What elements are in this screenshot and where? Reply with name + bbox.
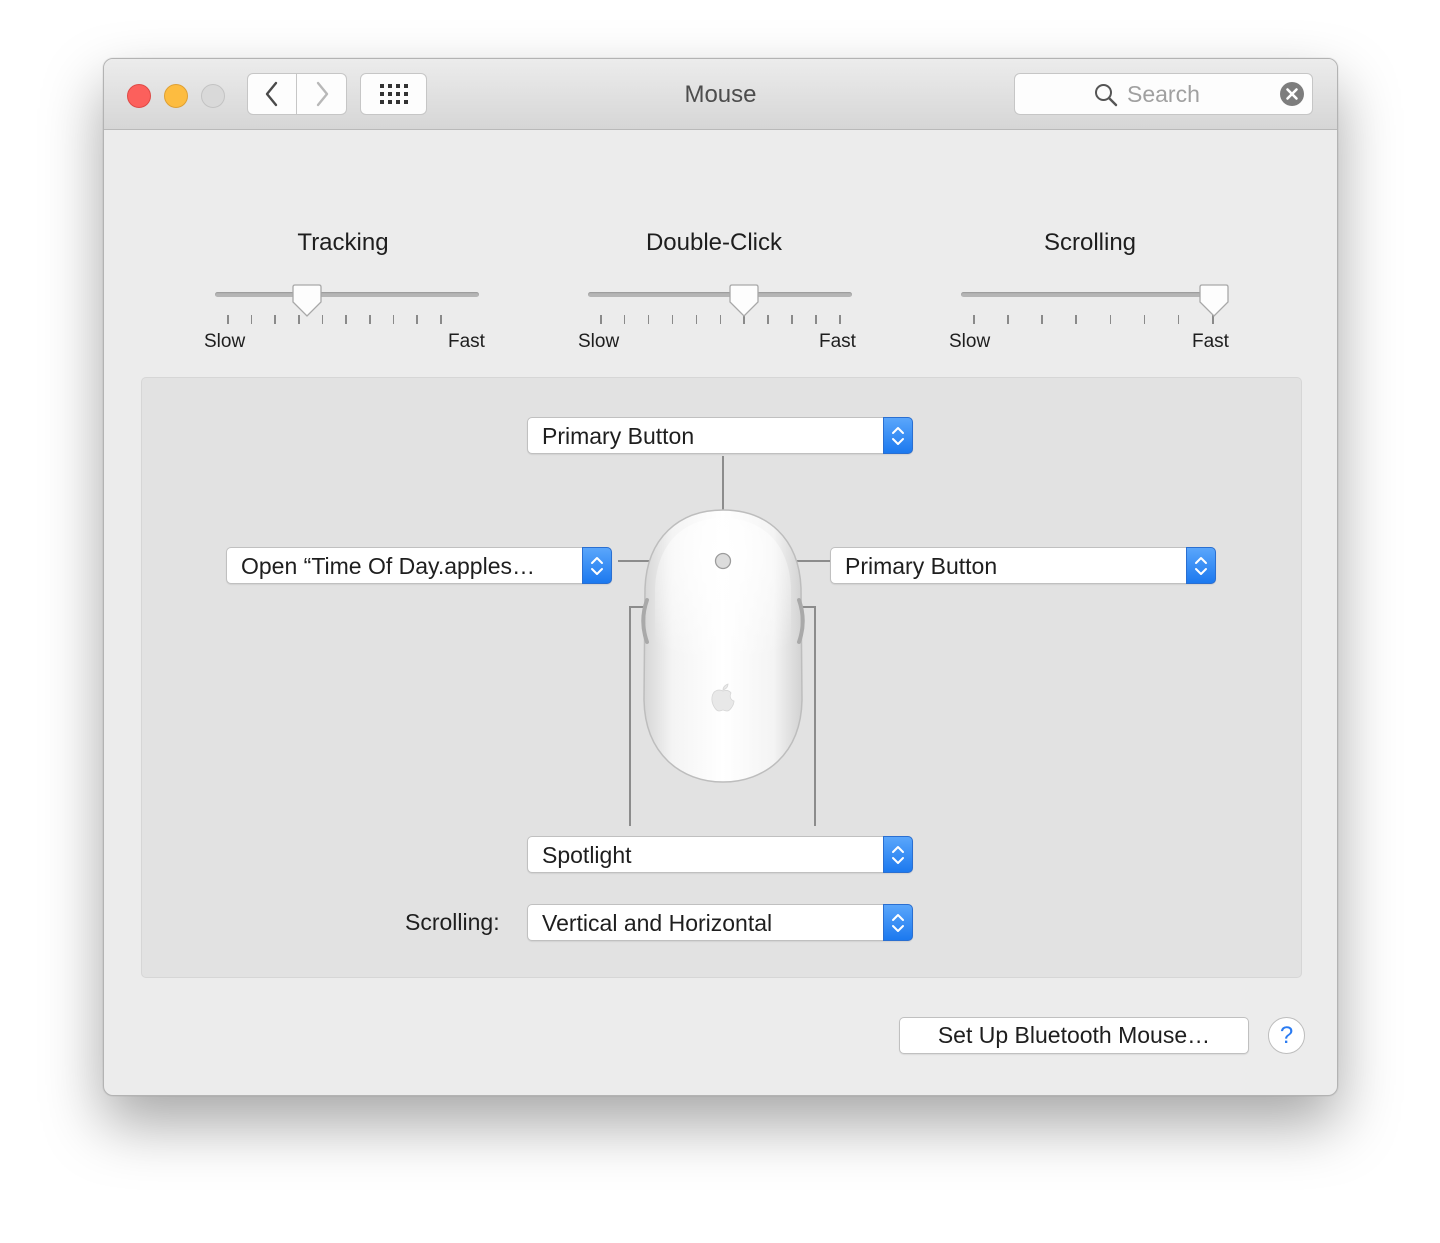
slider-tick — [274, 315, 276, 324]
search-icon — [1095, 84, 1118, 107]
slider-tick — [1007, 315, 1009, 324]
side-buttons-popup-value: Spotlight — [542, 842, 632, 868]
mouse-buttons-panel: Primary Button Open “Time Of Day.apples…… — [141, 377, 1302, 978]
right-button-popup[interactable]: Primary Button — [830, 547, 1216, 584]
slider-tick — [1143, 315, 1146, 324]
slider-tick — [671, 315, 674, 324]
slider-tick — [719, 315, 721, 324]
scrolling-slow-label: Slow — [949, 331, 991, 352]
help-button[interactable]: ? — [1268, 1017, 1305, 1054]
scrolling-mode-popup[interactable]: Vertical and Horizontal — [527, 904, 913, 941]
slider-tick — [392, 315, 395, 324]
slider-tick — [1109, 315, 1112, 324]
popup-arrows-icon — [582, 547, 612, 584]
slider-tick — [369, 315, 371, 324]
left-button-popup-value: Open “Time Of Day.apples… — [241, 553, 535, 579]
double-click-title: Double-Click — [645, 229, 783, 256]
double-click-track[interactable] — [588, 292, 852, 297]
slider-tick — [345, 315, 347, 324]
top-button-popup[interactable]: Primary Button — [527, 417, 913, 454]
scrolling-knob[interactable] — [1198, 283, 1230, 319]
slider-tick — [1177, 315, 1180, 324]
clear-circle-icon[interactable] — [1279, 81, 1305, 107]
slider-tick — [839, 315, 841, 324]
magic-mouse-illustration — [641, 509, 805, 783]
slider-tick — [440, 315, 442, 324]
slider-tick — [767, 315, 769, 324]
slider-tick — [416, 315, 418, 324]
popup-arrows-icon — [883, 836, 913, 873]
side-right-connector-vertical — [814, 606, 816, 826]
popup-arrows-icon — [883, 417, 913, 454]
left-button-popup[interactable]: Open “Time Of Day.apples… — [226, 547, 612, 584]
popup-arrows-icon — [883, 904, 913, 941]
tracking-fast-label: Fast — [448, 331, 485, 352]
slider-tick — [1041, 315, 1043, 324]
slider-tick — [815, 315, 817, 324]
slider-tick — [250, 315, 253, 324]
scrolling-fast-label: Fast — [1192, 331, 1229, 352]
tracking-knob[interactable] — [291, 283, 323, 319]
scrolling-track[interactable] — [961, 292, 1227, 297]
title-bar: Mouse Search — [104, 59, 1337, 130]
popup-arrows-icon — [1186, 547, 1216, 584]
top-button-popup-value: Primary Button — [542, 423, 695, 449]
side-buttons-popup[interactable]: Spotlight — [527, 836, 913, 873]
mouse-preferences-window: Mouse Search Tracking Slow Fast Double-C… — [103, 58, 1338, 1096]
tracking-slow-label: Slow — [204, 331, 246, 352]
tracking-track[interactable] — [215, 292, 479, 297]
slider-tick — [791, 315, 793, 324]
scrolling-mode-popup-value: Vertical and Horizontal — [542, 910, 773, 936]
scrolling-ticks — [973, 315, 1214, 325]
scrolling-title: Scrolling — [1043, 229, 1137, 256]
search-placeholder[interactable]: Search — [1127, 81, 1200, 108]
double-click-slow-label: Slow — [578, 331, 620, 352]
slider-tick — [973, 315, 975, 324]
slider-tick — [1075, 315, 1077, 324]
slider-tick — [227, 315, 229, 324]
tracking-ticks — [227, 315, 442, 325]
right-button-popup-value: Primary Button — [845, 553, 998, 579]
tracking-title: Tracking — [297, 229, 389, 256]
slider-tick — [600, 315, 602, 324]
double-click-fast-label: Fast — [819, 331, 856, 352]
search-field[interactable]: Search — [1014, 73, 1313, 115]
side-left-connector-vertical — [629, 606, 631, 826]
double-click-ticks — [600, 315, 841, 325]
double-click-knob[interactable] — [728, 283, 760, 319]
set-up-bluetooth-mouse-button[interactable]: Set Up Bluetooth Mouse… — [899, 1017, 1249, 1054]
scrolling-mode-label: Scrolling: — [405, 909, 500, 935]
slider-tick — [695, 315, 698, 324]
slider-tick — [623, 315, 626, 324]
slider-tick — [647, 315, 650, 324]
